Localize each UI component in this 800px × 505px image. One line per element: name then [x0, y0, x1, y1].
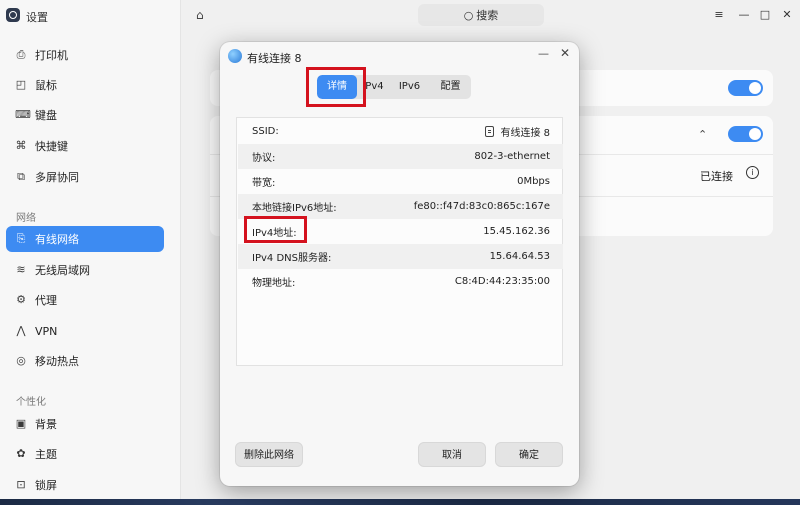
- connection-status: 已连接: [700, 170, 733, 183]
- dialog-title: 有线连接 8: [247, 52, 302, 65]
- minimize-icon[interactable]: —: [737, 8, 751, 21]
- detail-row-ssid: SSID: 有线连接 8: [238, 119, 563, 144]
- search-input[interactable]: ○ 搜索: [418, 4, 544, 26]
- printer-icon: ⎙: [16, 48, 26, 61]
- tab-bar: 详情 IPv4 IPv6 配置: [317, 75, 471, 99]
- info-icon[interactable]: i: [746, 166, 759, 179]
- detail-value: 有线连接 8: [500, 128, 550, 139]
- sidebar-item-label: 有线网络: [35, 233, 79, 246]
- sidebar-item-vpn[interactable]: ⋀ VPN: [6, 318, 164, 344]
- sidebar-item-mouse[interactable]: ◰ 鼠标: [6, 72, 164, 98]
- connection-toggle[interactable]: [728, 126, 763, 142]
- sidebar: 设置 ⎙ 打印机 ◰ 鼠标 ⌨ 键盘 ⌘ 快捷键 ⧉ 多屏协同 网络 ⎘ 有线网…: [0, 0, 181, 499]
- sidebar-item-shortcuts[interactable]: ⌘ 快捷键: [6, 133, 164, 159]
- dialog-minimize-icon[interactable]: —: [538, 47, 549, 60]
- sidebar-item-label: 锁屏: [35, 479, 57, 492]
- sidebar-item-label: 鼠标: [35, 79, 57, 92]
- sidebar-item-hotspot[interactable]: ◎ 移动热点: [6, 348, 164, 374]
- wired-network-toggle[interactable]: [728, 80, 763, 96]
- sidebar-item-lockscreen[interactable]: ⊡ 锁屏: [6, 472, 164, 498]
- menu-icon[interactable]: ≡: [712, 8, 726, 21]
- sidebar-item-label: 打印机: [35, 49, 68, 62]
- sidebar-item-wired-network[interactable]: ⎘ 有线网络: [6, 226, 164, 252]
- detail-value: 0Mbps: [517, 176, 550, 187]
- search-placeholder: 搜索: [476, 9, 499, 22]
- vpn-icon: ⋀: [16, 324, 26, 337]
- mouse-icon: ◰: [15, 78, 27, 91]
- sidebar-item-multiscreen[interactable]: ⧉ 多屏协同: [6, 164, 164, 190]
- detail-row-ipv4-dns: IPv4 DNS服务器: 15.64.64.53: [238, 244, 563, 269]
- search-icon: ○: [463, 8, 474, 22]
- document-icon: [485, 126, 495, 137]
- detail-row-bandwidth: 带宽: 0Mbps: [238, 169, 563, 194]
- network-app-icon: [228, 49, 242, 63]
- settings-app-icon: [6, 8, 20, 22]
- theme-icon: ✿: [16, 447, 26, 460]
- detail-value: fe80::f47d:83c0:865c:167e: [413, 201, 550, 212]
- close-icon[interactable]: ✕: [780, 8, 794, 21]
- sidebar-item-label: 移动热点: [35, 355, 79, 368]
- sidebar-item-label: VPN: [35, 324, 58, 338]
- detail-value: 15.45.162.36: [483, 226, 550, 237]
- group-label-network: 网络: [16, 213, 36, 224]
- detail-key: IPv4 DNS服务器:: [252, 253, 332, 264]
- detail-value: 802-3-ethernet: [474, 151, 550, 162]
- detail-key: 物理地址:: [252, 278, 296, 289]
- sidebar-item-wifi[interactable]: ≋ 无线局域网: [6, 257, 164, 283]
- sidebar-item-printer[interactable]: ⎙ 打印机: [6, 42, 164, 68]
- details-panel: SSID: 有线连接 8 协议: 802-3-ethernet 带宽: 0Mbp…: [236, 117, 563, 366]
- detail-row-ipv6-link-local: 本地链接IPv6地址: fe80::f47d:83c0:865c:167e: [238, 194, 563, 219]
- lockscreen-icon: ⊡: [16, 478, 26, 491]
- wallpaper-icon: ▣: [15, 417, 27, 430]
- detail-value-wrap: 有线连接 8: [485, 124, 550, 139]
- delete-network-button[interactable]: 删除此网络: [235, 442, 303, 467]
- sidebar-item-label: 无线局域网: [35, 264, 90, 277]
- detail-value: C8:4D:44:23:35:00: [454, 276, 550, 287]
- app-header: 设置: [0, 0, 181, 32]
- sidebar-item-label: 代理: [35, 294, 57, 307]
- tab-details[interactable]: 详情: [317, 75, 357, 99]
- wifi-icon: ≋: [16, 263, 26, 276]
- cancel-button[interactable]: 取消: [418, 442, 486, 467]
- connection-details-dialog: 有线连接 8 — ✕ 详情 IPv4 IPv6 配置 SSID: 有线连接 8 …: [220, 42, 579, 486]
- sidebar-item-label: 多屏协同: [35, 171, 79, 184]
- detail-row-protocol: 协议: 802-3-ethernet: [238, 144, 563, 169]
- app-title: 设置: [26, 11, 48, 24]
- group-label-personalization: 个性化: [16, 397, 46, 408]
- shortcut-icon: ⌘: [15, 139, 27, 152]
- sidebar-item-theme[interactable]: ✿ 主题: [6, 441, 164, 467]
- title-bar: ⌂ ○ 搜索 ≡ — □ ✕: [181, 0, 800, 32]
- detail-key: 带宽:: [252, 178, 276, 189]
- sidebar-item-label: 键盘: [35, 109, 57, 122]
- sidebar-item-label: 背景: [35, 418, 57, 431]
- tab-ipv6[interactable]: IPv6: [389, 75, 430, 99]
- sidebar-item-label: 快捷键: [35, 140, 68, 153]
- sidebar-item-label: 主题: [35, 448, 57, 461]
- detail-key: IPv4地址:: [252, 228, 297, 239]
- home-icon[interactable]: ⌂: [196, 8, 204, 22]
- maximize-icon[interactable]: □: [758, 8, 772, 21]
- detail-row-mac-address: 物理地址: C8:4D:44:23:35:00: [238, 269, 563, 294]
- hotspot-icon: ◎: [16, 354, 26, 367]
- sidebar-item-proxy[interactable]: ⚙ 代理: [6, 287, 164, 313]
- detail-value: 15.64.64.53: [489, 251, 550, 262]
- wired-network-icon: ⎘: [16, 232, 26, 245]
- collapse-chevron-icon[interactable]: ⌃: [698, 128, 707, 141]
- sidebar-item-keyboard[interactable]: ⌨ 键盘: [6, 102, 164, 128]
- detail-key: 本地链接IPv6地址:: [252, 203, 337, 214]
- tab-ipv4[interactable]: IPv4: [357, 75, 389, 99]
- multiscreen-icon: ⧉: [17, 170, 25, 183]
- tab-config[interactable]: 配置: [430, 75, 471, 99]
- keyboard-icon: ⌨: [15, 108, 31, 121]
- confirm-button[interactable]: 确定: [495, 442, 563, 467]
- detail-row-ipv4-address: IPv4地址: 15.45.162.36: [238, 219, 563, 244]
- sidebar-item-wallpaper[interactable]: ▣ 背景: [6, 411, 164, 437]
- dialog-close-icon[interactable]: ✕: [560, 46, 570, 60]
- detail-key: SSID:: [252, 126, 279, 137]
- proxy-icon: ⚙: [16, 293, 26, 306]
- detail-key: 协议:: [252, 153, 276, 164]
